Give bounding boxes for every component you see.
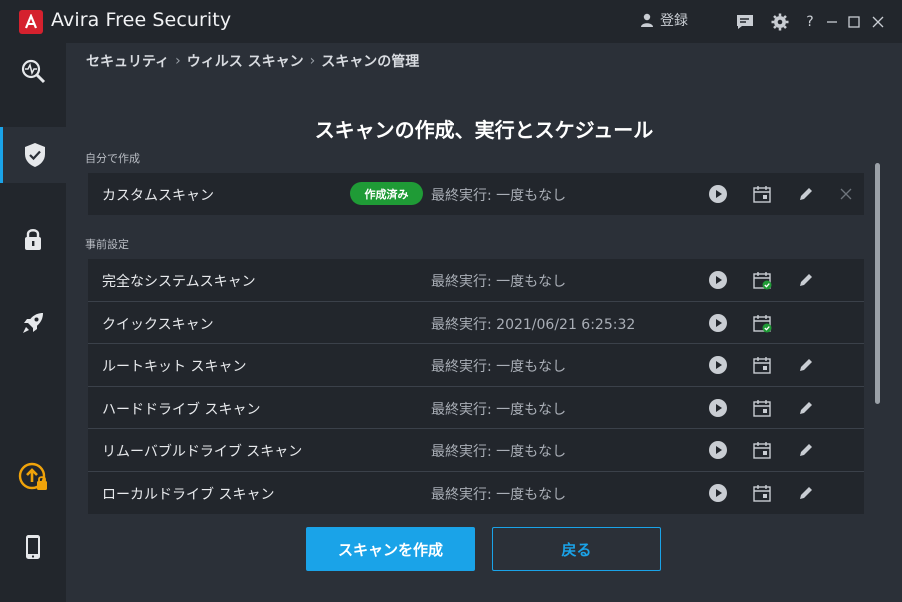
play-icon[interactable] bbox=[708, 313, 728, 333]
scan-name: クイックスキャン bbox=[102, 316, 214, 333]
calendar-icon[interactable] bbox=[752, 184, 772, 204]
scan-name: カスタムスキャン bbox=[102, 188, 214, 204]
breadcrumb-separator: › bbox=[175, 53, 181, 69]
sidebar-item-performance[interactable] bbox=[0, 295, 66, 351]
calendar-icon[interactable] bbox=[752, 313, 772, 333]
close-icon[interactable] bbox=[868, 12, 888, 32]
last-run-text: 最終実行: 一度もなし bbox=[431, 359, 567, 375]
app-title-product: Free Security bbox=[105, 9, 232, 31]
sidebar-item-upgrade[interactable] bbox=[0, 449, 66, 505]
sidebar-item-mobile[interactable] bbox=[0, 519, 66, 575]
pencil-icon[interactable] bbox=[796, 440, 816, 460]
scrollbar[interactable] bbox=[875, 163, 880, 404]
breadcrumb: セキュリティ › ウィルス スキャン › スキャンの管理 bbox=[86, 51, 419, 71]
main-content: セキュリティ › ウィルス スキャン › スキャンの管理 スキャンの作成、実行と… bbox=[66, 43, 902, 602]
last-run-text: 最終実行: 一度もなし bbox=[431, 444, 567, 460]
pencil-icon[interactable] bbox=[796, 184, 816, 204]
pencil-icon[interactable] bbox=[796, 398, 816, 418]
help-icon[interactable]: ? bbox=[800, 12, 820, 32]
user-icon bbox=[641, 13, 653, 27]
sidebar-item-status[interactable] bbox=[0, 43, 66, 99]
pencil-icon[interactable] bbox=[796, 270, 816, 290]
section-label-preset: 事前設定 bbox=[85, 238, 129, 251]
breadcrumb-virus-scan[interactable]: ウィルス スキャン bbox=[187, 51, 304, 71]
breadcrumb-separator: › bbox=[309, 53, 316, 69]
play-icon[interactable] bbox=[708, 483, 728, 503]
shield-icon bbox=[24, 143, 45, 167]
scan-name: ハードドライブ スキャン bbox=[102, 401, 261, 418]
custom-scan-row[interactable]: カスタムスキャン 作成済み 最終実行: 一度もなし bbox=[88, 173, 864, 215]
scan-name: ローカルドライブ スキャン bbox=[102, 486, 275, 503]
preset-scan-row[interactable]: ハードドライブ スキャン 最終実行: 一度もなし bbox=[88, 386, 864, 429]
play-icon[interactable] bbox=[708, 270, 728, 290]
scan-name: ルートキット スキャン bbox=[102, 359, 247, 375]
calendar-icon[interactable] bbox=[752, 398, 772, 418]
play-icon[interactable] bbox=[708, 398, 728, 418]
gear-icon[interactable] bbox=[770, 12, 790, 32]
avira-logo-icon bbox=[19, 10, 43, 34]
title-bar: Avira Free Security 登録 ? bbox=[0, 0, 902, 43]
status-badge: 作成済み bbox=[350, 182, 423, 205]
login-button[interactable]: 登録 bbox=[640, 10, 688, 30]
phone-icon bbox=[26, 535, 40, 559]
sidebar-item-security[interactable] bbox=[0, 127, 66, 183]
app-title-brand: Avira bbox=[51, 9, 100, 31]
back-button[interactable]: 戻る bbox=[492, 527, 661, 571]
feedback-icon[interactable] bbox=[735, 12, 755, 32]
last-run-text: 最終実行: 一度もなし bbox=[431, 188, 567, 204]
play-icon[interactable] bbox=[708, 440, 728, 460]
calendar-icon[interactable] bbox=[752, 270, 772, 290]
calendar-icon[interactable] bbox=[752, 440, 772, 460]
preset-scan-row[interactable]: クイックスキャン 最終実行: 2021/06/21 6:25:32 bbox=[88, 301, 864, 344]
last-run-text: 最終実行: 一度もなし bbox=[431, 486, 567, 503]
calendar-icon[interactable] bbox=[752, 355, 772, 375]
play-icon[interactable] bbox=[708, 355, 728, 375]
preset-scan-row[interactable]: リムーバブルドライブ スキャン 最終実行: 一度もなし bbox=[88, 429, 864, 471]
preset-scan-row[interactable]: ルートキット スキャン 最終実行: 一度もなし bbox=[88, 344, 864, 386]
preset-scan-row[interactable]: 完全なシステムスキャン 最終実行: 一度もなし bbox=[88, 259, 864, 301]
pencil-icon[interactable] bbox=[796, 355, 816, 375]
pencil-icon[interactable] bbox=[796, 483, 816, 503]
scan-name: リムーバブルドライブ スキャン bbox=[102, 444, 303, 460]
page-title: スキャンの作成、実行とスケジュール bbox=[314, 118, 654, 142]
create-scan-button[interactable]: スキャンを作成 bbox=[306, 527, 475, 571]
upgrade-icon bbox=[18, 462, 47, 490]
last-run-text: 最終実行: 2021/06/21 6:25:32 bbox=[431, 316, 636, 333]
login-label: 登録 bbox=[660, 13, 688, 29]
calendar-icon[interactable] bbox=[752, 483, 772, 503]
breadcrumb-scan-management: スキャンの管理 bbox=[321, 54, 420, 70]
sidebar-item-privacy[interactable] bbox=[0, 211, 66, 267]
rocket-icon bbox=[23, 313, 43, 333]
lock-icon bbox=[25, 229, 41, 250]
magnifier-pulse-icon bbox=[21, 59, 46, 84]
delete-icon[interactable] bbox=[836, 184, 856, 204]
breadcrumb-security[interactable]: セキュリティ bbox=[86, 51, 169, 71]
last-run-text: 最終実行: 一度もなし bbox=[431, 274, 567, 290]
last-run-text: 最終実行: 一度もなし bbox=[431, 401, 567, 418]
preset-scan-row[interactable]: ローカルドライブ スキャン 最終実行: 一度もなし bbox=[88, 471, 864, 514]
minimize-icon[interactable] bbox=[822, 12, 842, 32]
sidebar bbox=[0, 43, 66, 602]
section-label-custom: 自分で作成 bbox=[85, 152, 140, 165]
app-title: Avira Free Security bbox=[51, 9, 231, 31]
maximize-icon[interactable] bbox=[844, 12, 864, 32]
scan-name: 完全なシステムスキャン bbox=[102, 274, 256, 290]
play-icon[interactable] bbox=[708, 184, 728, 204]
